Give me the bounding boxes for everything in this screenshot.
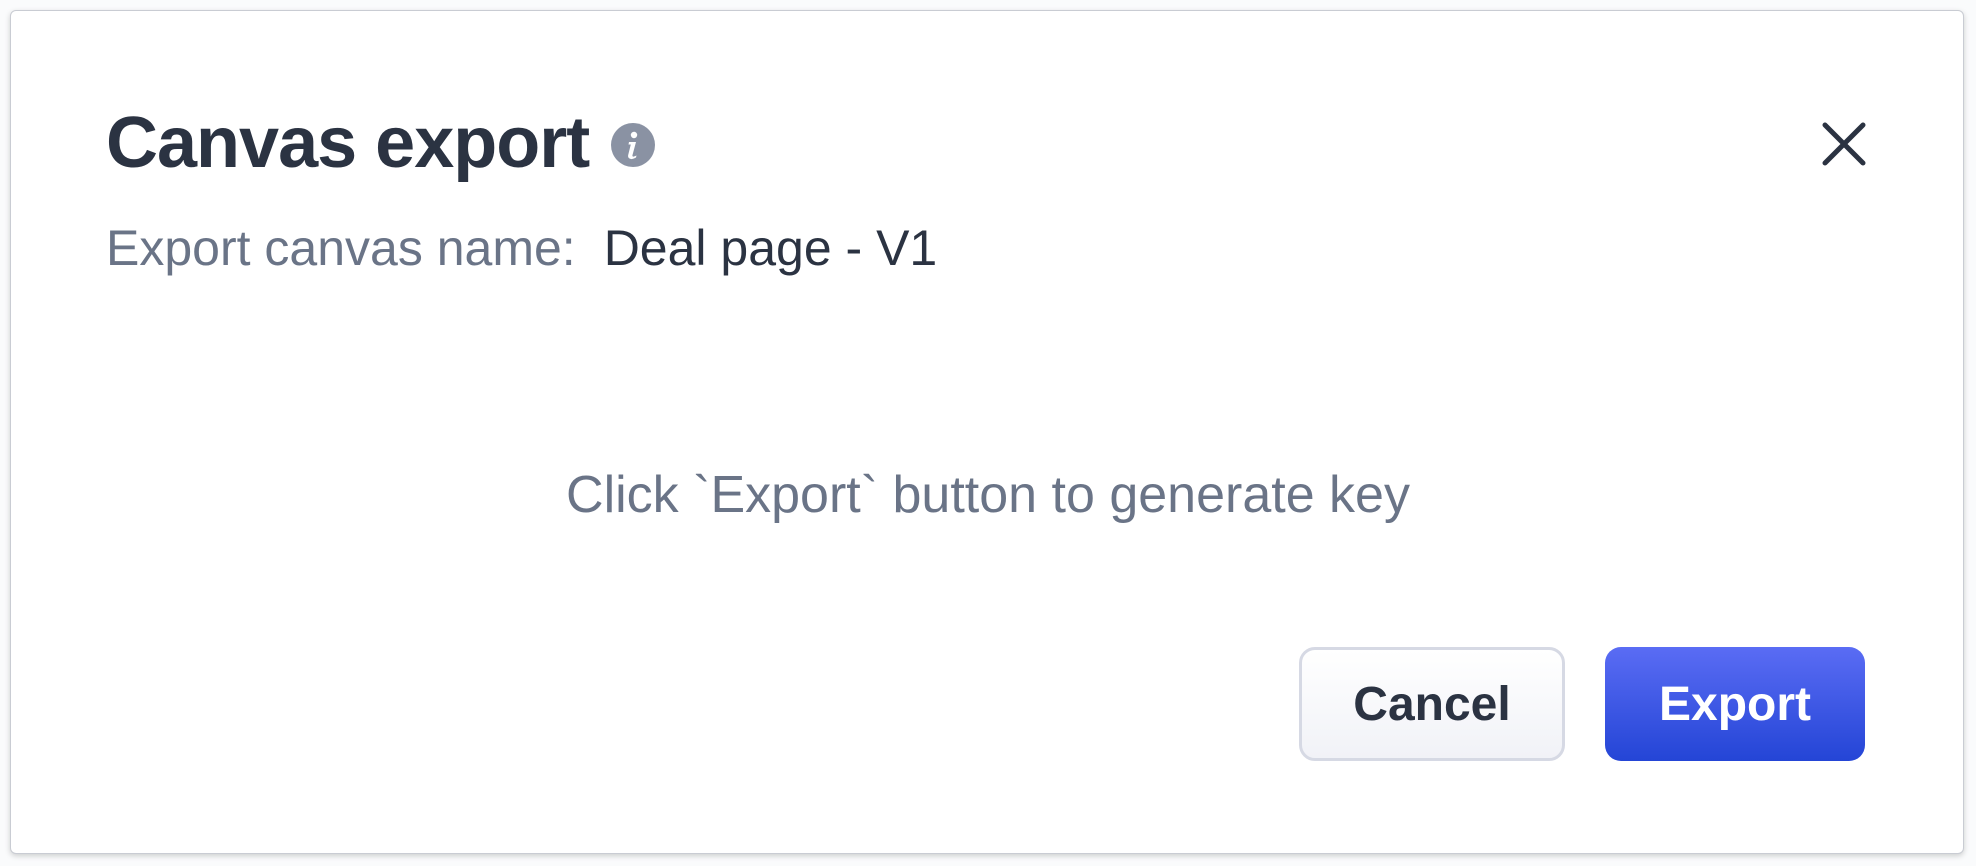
page: Canvas export Export canvas name: Deal p… (0, 0, 1976, 866)
close-button[interactable] (1817, 117, 1871, 171)
dialog-title: Canvas export (106, 103, 590, 183)
close-icon (1822, 122, 1866, 166)
info-icon[interactable] (611, 123, 656, 167)
export-button[interactable]: Export (1605, 647, 1865, 761)
export-hint-text: Click `Export` button to generate key (566, 466, 1410, 524)
export-canvas-name-label: Export canvas name: (106, 220, 576, 276)
export-canvas-name-row: Export canvas name: Deal page - V1 (106, 223, 937, 273)
cancel-button[interactable]: Cancel (1299, 647, 1565, 761)
dialog-header: Canvas export (106, 103, 656, 183)
canvas-export-dialog: Canvas export Export canvas name: Deal p… (10, 10, 1964, 854)
export-canvas-name-value: Deal page - V1 (603, 220, 938, 276)
